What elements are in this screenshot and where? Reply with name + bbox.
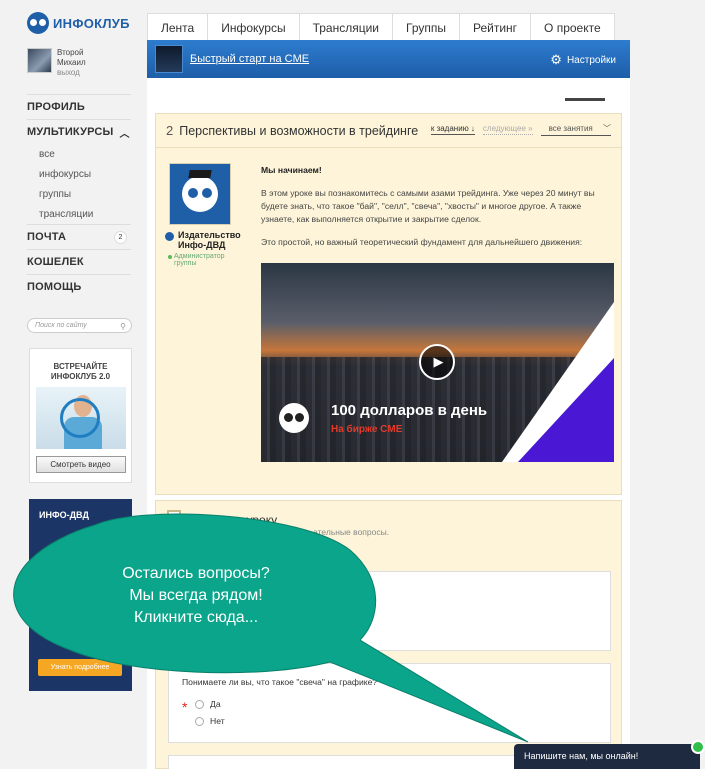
radio-icon[interactable] (195, 716, 204, 726)
sidebar-subitem-all[interactable]: все (27, 144, 131, 164)
sidebar-item-wallet[interactable]: КОШЕЛЕК (27, 249, 131, 274)
author-role: Администратор группы (168, 253, 248, 267)
banner-logo: ИНФО-ДВД (39, 510, 89, 520)
sidebar-item-label: ПРОФИЛЬ (27, 101, 85, 113)
lesson-paragraph-1: В этом уроке вы познакомитесь с самыми а… (261, 188, 595, 224)
owl-mini-icon (165, 232, 174, 241)
lesson-header: 2 Перспективы и возможности в трейдинге … (156, 114, 621, 148)
lesson-card: 2 Перспективы и возможности в трейдинге … (155, 113, 622, 495)
owl-logo-icon (27, 12, 49, 34)
radio-label: Да (210, 699, 221, 709)
all-lessons-label: все занятия (548, 124, 593, 133)
video-title: 100 долларов в день (331, 402, 488, 419)
chat-label: Напишите нам, мы онлайн! (524, 751, 639, 761)
sidebar: ИНФОКЛУБ Второй Михаил выход ПРОФИЛЬ МУЛ… (0, 0, 147, 769)
mail-count-badge: 2 (114, 230, 127, 244)
sidebar-item-label: ПОМОЩЬ (27, 281, 82, 293)
author-name-line2: Инфо-ДВД (178, 240, 226, 250)
course-thumbnail[interactable] (155, 45, 183, 73)
user-block: Второй Михаил выход (27, 48, 86, 78)
task-title: Задание к уроку (187, 513, 278, 527)
search-placeholder: Поиск по сайту (35, 322, 87, 329)
progress-indicator (565, 98, 605, 101)
lesson-nav: к заданию ↓ следующее » все занятия ﹀ (423, 123, 611, 136)
required-mark: * (182, 699, 188, 715)
watch-video-button[interactable]: Смотреть видео (35, 456, 126, 473)
sidebar-item-label: МУЛЬТИКУРСЫ (27, 126, 114, 138)
promo-video-thumbnail[interactable] (35, 387, 126, 449)
sidebar-subitem-groups[interactable]: группы (27, 184, 131, 204)
sidebar-item-label: КОШЕЛЕК (27, 256, 84, 268)
lesson-paragraph-2: Это простой, но важный теоретический фун… (261, 237, 583, 247)
tab-broadcasts[interactable]: Трансляции (300, 14, 393, 41)
radio-label: Нет (210, 716, 225, 726)
radio-yes[interactable]: Да (195, 699, 221, 709)
sidebar-item-label: ПОЧТА (27, 231, 67, 243)
search-input[interactable]: Поиск по сайту ⚲ (27, 318, 132, 333)
sidebar-item-help[interactable]: ПОМОЩЬ (27, 274, 131, 299)
play-icon[interactable]: ▶ (419, 344, 455, 380)
learn-more-button[interactable]: Узнать подробнее (38, 659, 122, 676)
sidebar-item-multicourses[interactable]: МУЛЬТИКУРСЫ ︿ (27, 119, 131, 144)
video-subtitle: На бирже CME (331, 424, 403, 435)
all-lessons-dropdown[interactable]: все занятия ﹀ (540, 123, 611, 136)
clipboard-icon (167, 510, 181, 527)
task-card: Задание к уроку ...ательные вопросы. Пон… (155, 500, 622, 769)
bubble-line-2: Мы всегда рядом! (129, 587, 263, 604)
tab-rating[interactable]: Рейтинг (460, 14, 532, 41)
video-owl-icon (279, 403, 309, 433)
sidebar-item-mail[interactable]: ПОЧТА 2 (27, 224, 131, 249)
chevron-down-icon: ﹀ (603, 124, 611, 133)
sidebar-subitem-broadcasts[interactable]: трансляции (27, 204, 131, 224)
promo-card: ВСТРЕЧАЙТЕ ИНФОКЛУБ 2.0 Смотреть видео (29, 348, 132, 483)
search-icon[interactable]: ⚲ (120, 320, 126, 333)
lesson-text: Мы начинаем! В этом уроке вы познакомите… (261, 164, 611, 259)
tab-infocourses[interactable]: Инфокурсы (208, 14, 300, 41)
logout-link[interactable]: выход (57, 68, 86, 78)
lesson-title: Перспективы и возможности в трейдинге (179, 123, 419, 138)
site-logo[interactable]: ИНФОКЛУБ (27, 12, 130, 34)
promo-title-1: ВСТРЕЧАЙТЕ (53, 362, 108, 371)
bubble-line-1: Остались вопросы? (122, 565, 270, 582)
next-lesson-link[interactable]: следующее » (482, 124, 533, 135)
user-last-name[interactable]: Михаил (57, 58, 86, 68)
bubble-line-3: Кликните сюда... (133, 609, 259, 626)
question-card: Понимаете ли вы, что такое "свеча" на гр… (168, 663, 611, 743)
logo-text: ИНФОКЛУБ (53, 15, 130, 31)
chevron-up-icon: ︿ (119, 128, 130, 140)
author-avatar[interactable] (169, 163, 231, 225)
lesson-lead: Мы начинаем! (261, 165, 322, 175)
owl-logo-icon (182, 170, 218, 212)
online-status-icon (691, 740, 705, 754)
top-nav-tabs: Лента Инфокурсы Трансляции Группы Рейтин… (147, 13, 615, 41)
live-chat-button[interactable]: Напишите нам, мы онлайн! (514, 740, 705, 769)
task-hint: ...ательные вопросы. (306, 527, 390, 537)
sidebar-nav: ПРОФИЛЬ МУЛЬТИКУРСЫ ︿ все инфокурсы групп… (27, 94, 131, 299)
tab-groups[interactable]: Группы (393, 14, 460, 41)
tab-feed[interactable]: Лента (148, 14, 209, 41)
avatar[interactable] (27, 48, 52, 73)
author-block: Издательство Инфо-ДВД Администратор груп… (165, 163, 248, 267)
course-title-link[interactable]: Быстрый старт на CME (190, 53, 309, 65)
author-name-line1: Издательство (178, 230, 241, 240)
settings-button[interactable]: ⚙ Настройки (550, 52, 616, 68)
radio-no[interactable]: Нет (195, 716, 225, 726)
lesson-video[interactable]: ▶ 100 долларов в день На бирже CME (261, 263, 614, 462)
user-first-name[interactable]: Второй (57, 48, 86, 58)
radio-icon[interactable] (195, 699, 204, 709)
main-content: Быстрый старт на CME ⚙ Настройки 2 Персп… (147, 40, 630, 769)
sidebar-subitem-infocourses[interactable]: инфокурсы (27, 164, 131, 184)
author-name[interactable]: Издательство Инфо-ДВД (165, 230, 248, 250)
course-header: Быстрый старт на CME ⚙ Настройки (147, 40, 630, 78)
tab-about[interactable]: О проекте (531, 14, 614, 41)
bubble-text[interactable]: Остались вопросы? Мы всегда рядом! Кликн… (66, 563, 326, 629)
settings-label: Настройки (566, 54, 616, 66)
to-task-link[interactable]: к заданию ↓ (430, 124, 475, 135)
promo-title-2: ИНФОКЛУБ 2.0 (50, 372, 111, 381)
sidebar-item-profile[interactable]: ПРОФИЛЬ (27, 94, 131, 119)
gear-icon: ⚙ (550, 52, 562, 67)
question-label: Понимаете ли вы, что такое "свеча" на гр… (182, 677, 378, 687)
lesson-number: 2 (166, 123, 174, 138)
